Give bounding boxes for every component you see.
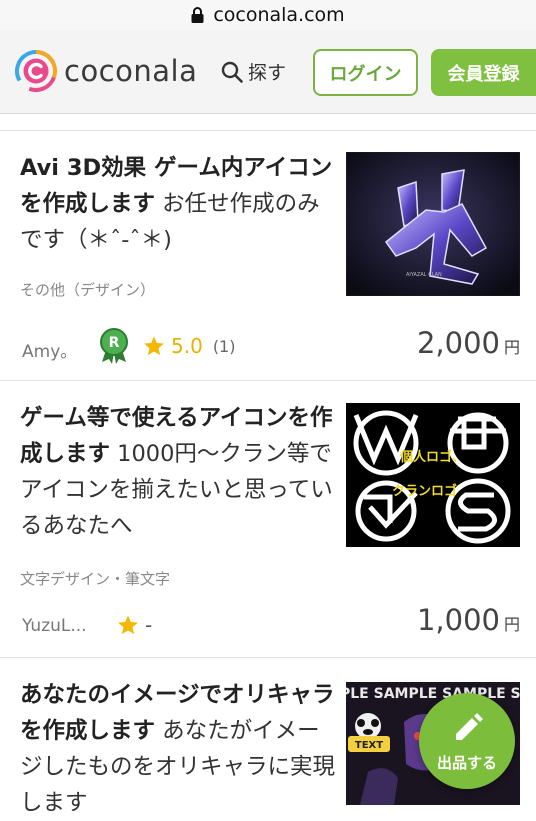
thumbnail-label: クランロゴ — [392, 483, 457, 499]
service-category: その他（デザイン） — [20, 281, 156, 299]
price-currency: 円 — [503, 615, 520, 634]
logo[interactable]: coconala — [14, 49, 197, 93]
review-count: (1) — [212, 336, 236, 356]
list-service-fab[interactable]: 出品する — [419, 693, 515, 789]
star-icon — [118, 615, 138, 635]
price: 2,000 円 — [417, 326, 520, 360]
price-currency: 円 — [503, 338, 520, 357]
thumbnail-caption: AIYAZAL CLAN — [406, 272, 442, 278]
fab-label: 出品する — [436, 753, 497, 772]
rating: - — [117, 613, 152, 637]
service-title[interactable]: Avi 3D効果 ゲーム内アイコンを作成します お任せ作成のみです（＊ˆ-ˆ＊) — [20, 150, 335, 258]
pencil-icon — [456, 712, 483, 740]
thumbnail-watermark: PLE SAMPLE SAMPLE SAMP — [346, 686, 520, 702]
register-button[interactable]: 会員登録 — [431, 49, 536, 96]
search-label: 探す — [248, 62, 287, 84]
rating-score: - — [145, 613, 153, 637]
rating: 5.0 (1) — [143, 334, 235, 358]
price-value: 1,000 — [416, 603, 500, 637]
browser-url-bar[interactable]: coconala.com — [0, 0, 536, 30]
price-value: 2,000 — [416, 326, 500, 360]
coconala-logo-icon — [15, 50, 58, 92]
service-category: 文字デザイン・筆文字 — [20, 570, 171, 588]
star-icon — [144, 336, 164, 356]
site-header: coconala 探す ログイン 会員登録 — [0, 30, 536, 114]
thumbnail-label: 個人ロゴ、 — [399, 449, 465, 465]
login-button[interactable]: ログイン — [313, 49, 418, 96]
service-card[interactable]: ゲーム等で使えるアイコンを作成します 1000円〜クラン等でアイコンを揃えたいと… — [0, 381, 536, 657]
lock-icon — [191, 7, 204, 23]
seller-name[interactable]: YuzuL... — [22, 616, 87, 636]
url-text: coconala.com — [213, 4, 345, 26]
logo-text: coconala — [64, 54, 198, 88]
svg-text:R: R — [109, 335, 120, 351]
search-icon — [221, 61, 243, 83]
service-thumbnail[interactable]: AIYAZAL CLAN — [346, 152, 520, 296]
service-card[interactable]: Avi 3D効果 ゲーム内アイコンを作成します お任せ作成のみです（＊ˆ-ˆ＊)… — [0, 131, 536, 380]
rating-score: 5.0 — [171, 334, 203, 358]
seller-name[interactable]: Amy。 — [22, 337, 77, 362]
rank-badge-icon: R — [100, 328, 128, 364]
service-thumbnail[interactable]: 個人ロゴ、 クランロゴ — [346, 403, 520, 547]
service-title[interactable]: ゲーム等で使えるアイコンを作成します 1000円〜クラン等でアイコンを揃えたいと… — [20, 400, 335, 544]
service-title[interactable]: あなたのイメージでオリキャラを作成します あなたがイメージしたものをオリキャラに… — [20, 677, 335, 821]
price: 1,000 円 — [417, 603, 520, 637]
thumbnail-badge: TEXT — [355, 740, 383, 751]
search-button[interactable]: 探す — [220, 58, 286, 85]
